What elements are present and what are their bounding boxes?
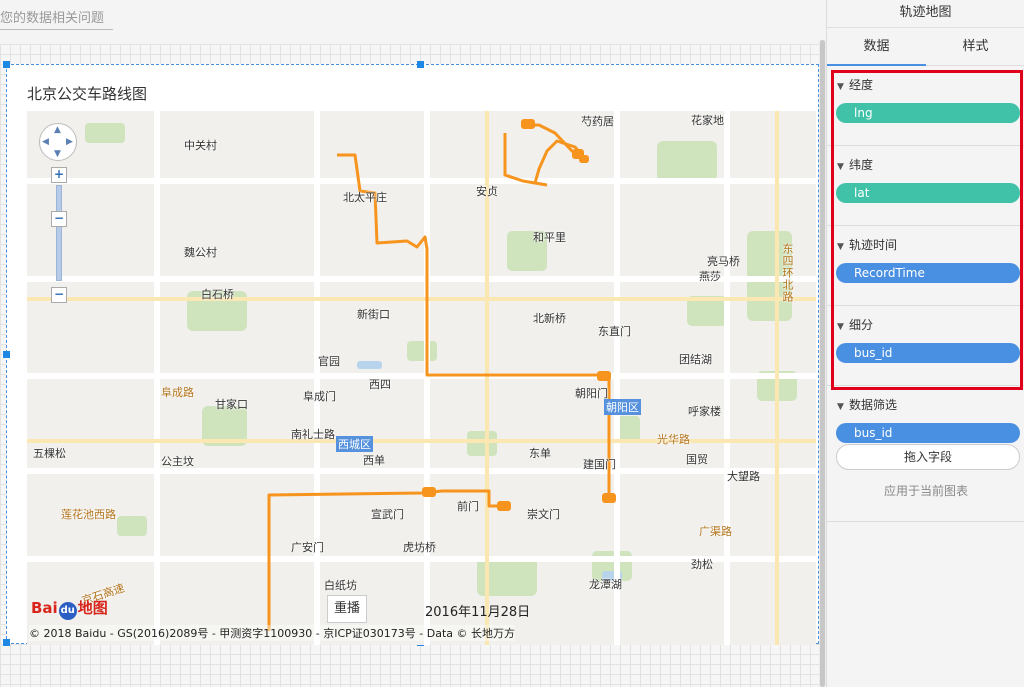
place-label: 芍药居 xyxy=(581,115,614,128)
chevron-down-icon: ▼ xyxy=(837,402,844,412)
section-header[interactable]: ▼ 细分 xyxy=(837,316,873,333)
field-pill-lat[interactable]: lat xyxy=(836,183,1020,203)
field-pill-bus-id[interactable]: bus_id xyxy=(836,343,1020,363)
place-label: 崇文门 xyxy=(527,508,560,521)
chevron-down-icon: ▼ xyxy=(837,242,844,252)
place-label: 新街口 xyxy=(357,308,390,321)
pan-up-icon[interactable]: ▲ xyxy=(54,125,61,135)
place-label: 中关村 xyxy=(184,139,217,152)
trajectory-date: 2016年11月28日 xyxy=(425,605,531,620)
place-label: 燕莎 xyxy=(699,270,721,283)
chevron-down-icon: ▼ xyxy=(837,82,844,92)
place-label: 国贸 xyxy=(686,453,708,466)
pan-control[interactable]: ▲ ▼ ◀ ▶ xyxy=(39,123,77,161)
zoom-slider-handle[interactable]: − xyxy=(51,211,67,227)
map-copyright: © 2018 Baidu - GS(2016)2089号 - 甲测资字11009… xyxy=(29,625,516,641)
place-label: 魏公村 xyxy=(184,246,217,259)
place-label: 广安门 xyxy=(291,541,324,554)
chevron-down-icon: ▼ xyxy=(837,322,844,332)
road-label: 光华路 xyxy=(657,433,690,446)
panel-title: 轨迹地图 xyxy=(827,0,1024,28)
road-label: 莲花池西路 xyxy=(61,508,116,521)
field-pill-lng[interactable]: lng xyxy=(836,103,1020,123)
baidu-logo: Bai du 地图 xyxy=(31,597,108,620)
pan-down-icon[interactable]: ▼ xyxy=(54,149,61,159)
scrollbar-thumb[interactable] xyxy=(820,40,825,687)
place-label: 白石桥 xyxy=(201,288,234,301)
place-label: 亮马桥 xyxy=(707,255,740,268)
road-label: 东四环北路 xyxy=(781,243,794,303)
section-header[interactable]: ▼ 数据筛选 xyxy=(837,396,897,413)
place-label: 虎坊桥 xyxy=(403,541,436,554)
place-label: 北太平庄 xyxy=(343,191,387,204)
pan-left-icon[interactable]: ◀ xyxy=(42,137,49,147)
config-panel: 轨迹地图 数据 样式 ▼ 经度 lng ▼ 纬度 lat ▼ 轨迹时间 RecordT… xyxy=(826,0,1024,687)
road-label: 广渠路 xyxy=(699,525,732,538)
district-label: 西城区 xyxy=(336,436,373,452)
place-label: 甘家口 xyxy=(215,398,248,411)
tab-style[interactable]: 样式 xyxy=(926,28,1024,66)
place-label: 宣武门 xyxy=(371,508,404,521)
section-label: 轨迹时间 xyxy=(849,238,898,252)
place-label: 阜成门 xyxy=(303,390,336,403)
resize-handle[interactable] xyxy=(3,351,10,358)
place-label: 东单 xyxy=(529,447,551,460)
replay-button[interactable]: 重播 xyxy=(327,595,367,623)
place-label: 花家地 xyxy=(691,114,724,127)
place-label: 公主坟 xyxy=(161,455,194,468)
place-label: 团结湖 xyxy=(679,353,712,366)
pan-right-icon[interactable]: ▶ xyxy=(66,137,73,147)
zoom-in-button[interactable]: + xyxy=(51,167,67,183)
resize-handle[interactable] xyxy=(417,61,424,68)
panel-tabs: 数据 样式 xyxy=(827,28,1024,66)
field-pill-recordtime[interactable]: RecordTime xyxy=(836,263,1020,283)
bus-icons xyxy=(422,119,616,511)
section-track-time: ▼ 轨迹时间 RecordTime xyxy=(827,226,1024,306)
query-bar: 您的数据相关问题 xyxy=(0,0,826,40)
place-label: 东直门 xyxy=(598,325,631,338)
place-label: 官园 xyxy=(318,355,340,368)
place-label: 劲松 xyxy=(691,558,713,571)
place-label: 南礼士路 xyxy=(291,428,335,441)
section-breakdown: ▼ 细分 bus_id xyxy=(827,306,1024,386)
chevron-down-icon: ▼ xyxy=(837,162,844,172)
section-label: 细分 xyxy=(849,318,874,332)
road-label: 阜成路 xyxy=(161,386,194,399)
canvas-scrollbar[interactable] xyxy=(819,40,826,687)
widget-title: 北京公交车路线图 xyxy=(27,85,148,103)
map-widget[interactable]: 北京公交车路线图 芍药居 花家地 中关村 北太平庄 安贞 和平里 魏公村 亮马桥… xyxy=(3,61,819,646)
place-label: 建国门 xyxy=(583,458,616,471)
trajectory-map[interactable]: 芍药居 花家地 中关村 北太平庄 安贞 和平里 魏公村 亮马桥 燕莎 白石桥 新… xyxy=(27,111,816,645)
place-label: 和平里 xyxy=(533,231,566,244)
section-longitude: ▼ 经度 lng xyxy=(827,66,1024,146)
filter-pill-bus-id[interactable]: bus_id xyxy=(836,423,1020,443)
tab-data[interactable]: 数据 xyxy=(827,28,926,66)
place-label: 西单 xyxy=(363,454,385,467)
place-label: 北新桥 xyxy=(533,312,566,325)
section-latitude: ▼ 纬度 lat xyxy=(827,146,1024,226)
section-label: 数据筛选 xyxy=(849,398,898,412)
section-data-filter: ▼ 数据筛选 bus_id 拖入字段 应用于当前图表 xyxy=(827,386,1024,522)
place-label: 安贞 xyxy=(476,185,498,198)
section-label: 经度 xyxy=(849,78,874,92)
drop-field-zone[interactable]: 拖入字段 xyxy=(836,444,1020,470)
place-label: 大望路 xyxy=(727,470,760,483)
section-label: 纬度 xyxy=(849,158,874,172)
district-label: 朝阳区 xyxy=(604,399,641,415)
zoom-slider[interactable] xyxy=(56,185,62,281)
place-label: 白纸坊 xyxy=(324,579,357,592)
place-label: 前门 xyxy=(457,500,479,513)
place-label: 呼家楼 xyxy=(688,405,721,418)
resize-handle[interactable] xyxy=(3,61,10,68)
zoom-out-button[interactable]: − xyxy=(51,287,67,303)
place-label: 西四 xyxy=(369,378,391,391)
section-header[interactable]: ▼ 纬度 xyxy=(837,156,873,173)
apply-to-chart-link[interactable]: 应用于当前图表 xyxy=(827,482,1024,499)
place-label: 龙潭湖 xyxy=(589,578,622,591)
section-header[interactable]: ▼ 经度 xyxy=(837,76,873,93)
question-input[interactable]: 您的数据相关问题 xyxy=(0,8,113,30)
section-header[interactable]: ▼ 轨迹时间 xyxy=(837,236,897,253)
resize-handle[interactable] xyxy=(3,639,10,646)
place-label: 五棵松 xyxy=(33,447,66,460)
